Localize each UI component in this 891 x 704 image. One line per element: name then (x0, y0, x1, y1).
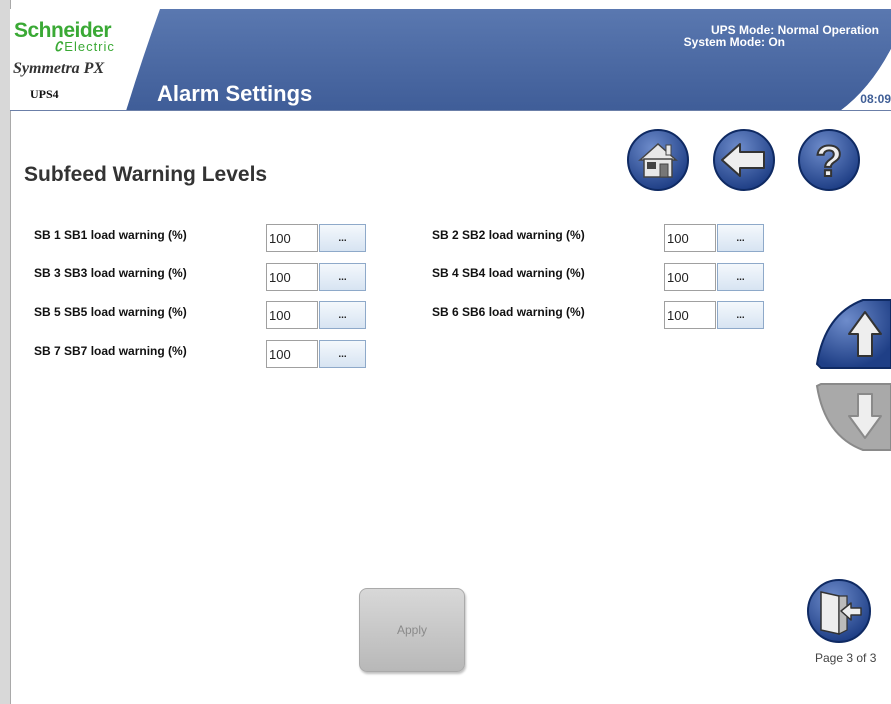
home-button[interactable] (626, 128, 690, 192)
scroll-down-button[interactable] (815, 378, 891, 454)
sb3-load-warning-input[interactable]: 100 (266, 263, 318, 291)
apply-button[interactable]: Apply (359, 588, 465, 672)
electric-logo-icon: ∁ (54, 39, 64, 54)
field-label-sb2: SB 2 SB2 load warning (%) (432, 228, 585, 242)
unit-name: UPS4 (30, 87, 59, 101)
field-label-sb1: SB 1 SB1 load warning (%) (34, 228, 187, 242)
sb3-browse-button[interactable]: ... (319, 263, 366, 291)
help-button[interactable]: ? (797, 128, 861, 192)
brand-logo: Schneider ∁Electric (14, 19, 114, 54)
sb4-load-warning-input[interactable]: 100 (664, 263, 716, 291)
svg-text:?: ? (816, 137, 843, 186)
sb7-browse-button[interactable]: ... (319, 340, 366, 368)
system-mode: System Mode: On (683, 35, 785, 49)
brand-sub: Electric (64, 39, 115, 54)
field-label-sb7: SB 7 SB7 load warning (%) (34, 344, 187, 358)
field-label-sb3: SB 3 SB3 load warning (%) (34, 266, 187, 280)
sb6-browse-button[interactable]: ... (717, 301, 764, 329)
sb6-load-warning-input[interactable]: 100 (664, 301, 716, 329)
section-title: Subfeed Warning Levels (24, 163, 268, 186)
clock: 08:09 (860, 92, 891, 106)
sb5-load-warning-input[interactable]: 100 (266, 301, 318, 329)
field-label-sb6: SB 6 SB6 load warning (%) (432, 305, 585, 319)
sb1-load-warning-input[interactable]: 100 (266, 224, 318, 252)
field-label-sb5: SB 5 SB5 load warning (%) (34, 305, 187, 319)
sb5-browse-button[interactable]: ... (319, 301, 366, 329)
product-name: Symmetra PX (13, 60, 105, 77)
mode-status: UPS Mode: Normal Operation System Mode: … (684, 24, 879, 48)
sb4-browse-button[interactable]: ... (717, 263, 764, 291)
sb1-browse-button[interactable]: ... (319, 224, 366, 252)
app-header: Schneider ∁Electric Symmetra PX UPS4 Ala… (10, 9, 891, 111)
back-button[interactable] (712, 128, 776, 192)
brand-name: Schneider (14, 19, 112, 42)
sb7-load-warning-input[interactable]: 100 (266, 340, 318, 368)
sb2-browse-button[interactable]: ... (717, 224, 764, 252)
page-indicator: Page 3 of 3 (815, 651, 877, 665)
field-label-sb4: SB 4 SB4 load warning (%) (432, 266, 585, 280)
exit-button[interactable] (805, 578, 875, 646)
help-icon: ? (815, 136, 844, 187)
sb2-load-warning-input[interactable]: 100 (664, 224, 716, 252)
page-heading: Alarm Settings (157, 81, 313, 106)
scroll-up-button[interactable] (815, 294, 891, 370)
